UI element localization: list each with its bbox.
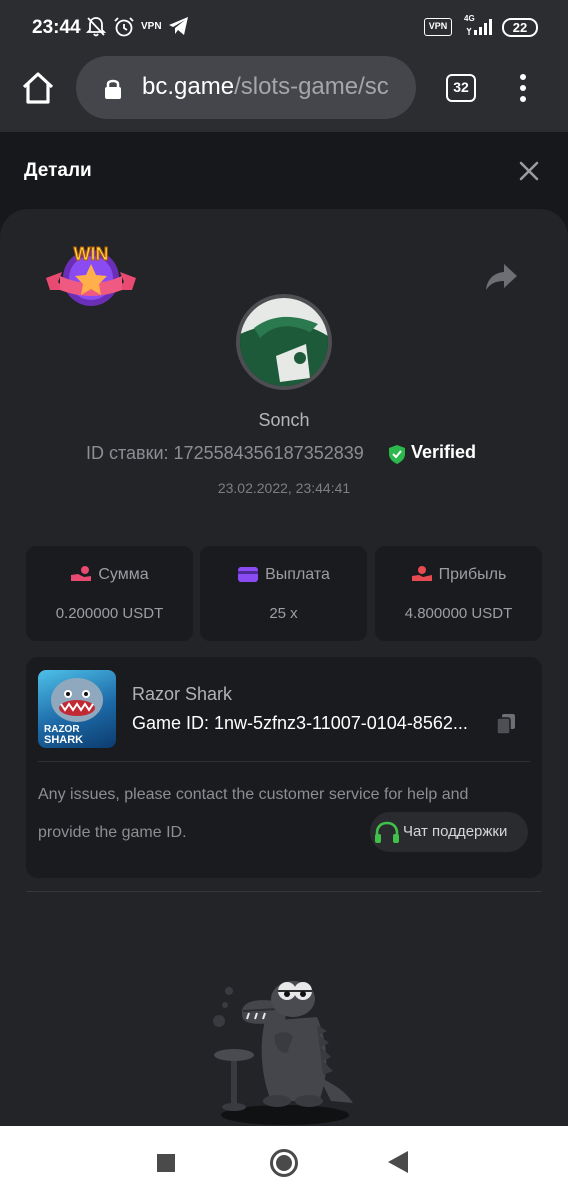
tab-switcher-button[interactable]: 32: [446, 74, 476, 102]
vpn-box-indicator: VPN: [424, 18, 452, 36]
win-badge-icon: WIN: [46, 244, 136, 306]
vpn-indicator: VPN: [141, 21, 162, 32]
stat-card-payout: Выплата 25 x: [200, 546, 367, 641]
profit-hand-icon: [411, 566, 432, 581]
shield-check-icon: [389, 445, 405, 464]
support-chat-button[interactable]: Чат поддержки: [370, 812, 528, 852]
game-thumbnail[interactable]: RAZOR SHARK: [38, 670, 116, 748]
support-chat-label: Чат поддержки: [403, 823, 508, 840]
url-host: bc.game: [142, 73, 235, 100]
stat-card-profit-header: Прибыль: [375, 565, 542, 584]
battery-indicator: 22: [502, 18, 538, 37]
section-divider: [26, 891, 542, 892]
alarm-icon: [114, 17, 134, 37]
signal-icon: [466, 19, 492, 35]
stat-profit-label: Прибыль: [438, 566, 507, 583]
page-title: Детали: [24, 160, 92, 181]
lock-icon: [105, 79, 121, 99]
copy-icon[interactable]: [496, 713, 516, 735]
bet-id: ID ставки: 1725584356187352839: [86, 443, 364, 463]
status-bar: 23:44 VPN VPN 4G 22: [0, 0, 568, 56]
url-text: bc.game/slots-game/sc: [142, 73, 389, 101]
stat-profit-value: 4.800000 USDT: [404, 605, 513, 622]
stat-card-profit: Прибыль 4.800000 USDT: [375, 546, 542, 641]
url-bar[interactable]: bc.game/slots-game/sc: [76, 56, 416, 119]
stat-card-amount: Сумма 0.200000 USDT: [26, 546, 193, 641]
win-badge-text: WIN: [74, 244, 109, 264]
stat-amount-label: Сумма: [98, 566, 149, 583]
thumb-title-line2: SHARK: [44, 734, 83, 746]
shark-image: RAZOR SHARK: [44, 678, 103, 746]
divider: [38, 761, 530, 762]
game-name: Razor Shark: [132, 684, 233, 704]
stat-payout-label: Выплата: [265, 566, 330, 583]
browser-toolbar: bc.game/slots-game/sc 32: [0, 56, 568, 132]
crocodile-illustration: [213, 981, 353, 1125]
headset-icon: [375, 821, 399, 843]
home-nav-icon[interactable]: [270, 1149, 298, 1177]
verified-label: Verified: [411, 442, 477, 462]
close-icon[interactable]: [516, 158, 542, 184]
status-time: 23:44: [32, 17, 81, 38]
back-icon[interactable]: [388, 1151, 408, 1173]
stat-card-amount-header: Сумма: [26, 565, 193, 584]
stat-payout-value: 25 x: [269, 605, 298, 622]
bet-datetime: 23.02.2022, 23:44:41: [217, 480, 351, 496]
game-id: Game ID: 1nw-5zfnz3-11007-0104-8562...: [132, 713, 468, 733]
avatar-image: [240, 298, 328, 386]
recents-icon[interactable]: [157, 1154, 175, 1172]
share-icon[interactable]: [484, 262, 518, 292]
avatar: [236, 294, 332, 390]
url-path: /slots-game/sc: [234, 73, 389, 100]
bell-off-icon: [86, 17, 106, 37]
stat-card-payout-header: Выплата: [200, 565, 367, 584]
username: Sonch: [258, 410, 310, 430]
browser-menu-icon[interactable]: [515, 72, 531, 104]
telegram-icon: [169, 17, 188, 35]
home-icon[interactable]: [20, 70, 56, 106]
wallet-icon: [238, 567, 259, 582]
coin-hand-icon: [71, 566, 92, 581]
stat-amount-value: 0.200000 USDT: [55, 605, 164, 622]
